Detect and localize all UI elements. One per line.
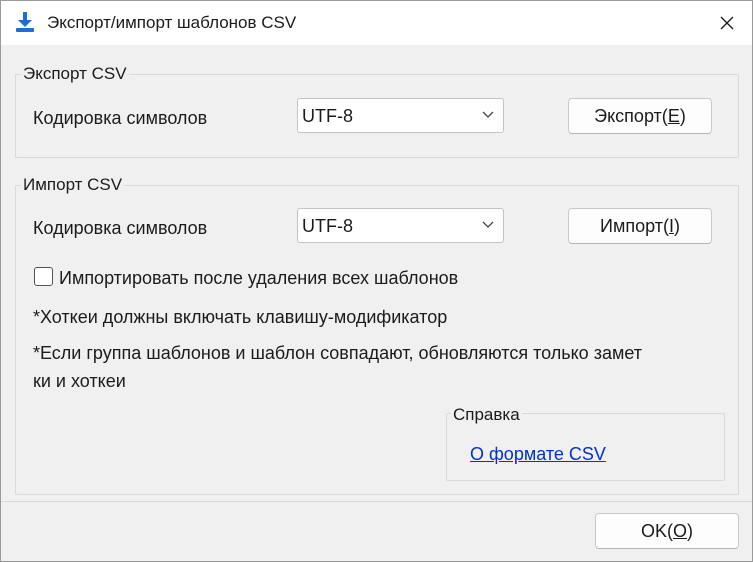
window-title: Экспорт/импорт шаблонов CSV	[47, 13, 297, 32]
overwrite-note-line1: *Если группа шаблонов и шаблон совпадают…	[33, 343, 642, 363]
chevron-down-icon	[482, 221, 494, 228]
csv-format-link[interactable]: О формате CSV	[470, 444, 606, 465]
export-encoding-select[interactable]: UTF-8	[297, 98, 504, 133]
export-group-label: Экспорт CSV	[21, 64, 129, 84]
close-icon	[720, 16, 734, 30]
delete-all-checkbox-label[interactable]: Импортировать после удаления всех шаблон…	[59, 268, 458, 289]
export-encoding-value: UTF-8	[302, 106, 353, 126]
close-button[interactable]	[702, 1, 752, 45]
export-button[interactable]: Экспорт(E)	[568, 98, 712, 134]
overwrite-note-line2: ки и хоткеи	[33, 371, 126, 391]
chevron-down-icon	[482, 111, 494, 118]
ok-button[interactable]: OK(O)	[595, 513, 739, 549]
help-group-label: Справка	[451, 405, 522, 425]
export-encoding-label: Кодировка символов	[33, 108, 208, 128]
import-encoding-value: UTF-8	[302, 216, 353, 236]
download-icon	[16, 12, 34, 32]
hotkey-note: *Хоткеи должны включать клавишу-модифика…	[33, 307, 448, 327]
footer-divider	[1, 501, 752, 502]
delete-all-checkbox[interactable]	[34, 267, 53, 286]
dialog-window: Экспорт/импорт шаблонов CSV Экспорт CSV …	[0, 0, 753, 562]
import-encoding-label: Кодировка символов	[33, 218, 208, 238]
import-group-label: Импорт CSV	[21, 175, 125, 195]
title-bar[interactable]: Экспорт/импорт шаблонов CSV	[1, 1, 752, 45]
import-button[interactable]: Импорт(I)	[568, 208, 712, 244]
import-encoding-select[interactable]: UTF-8	[297, 208, 504, 243]
